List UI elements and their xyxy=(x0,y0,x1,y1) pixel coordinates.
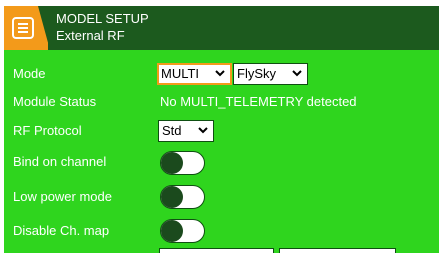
toggle-knob xyxy=(161,152,183,174)
toggle-knob xyxy=(161,186,183,208)
module-status-value: No MULTI_TELEMETRY detected xyxy=(160,94,357,109)
chevron-down-icon xyxy=(215,70,225,77)
rf-protocol-dropdown[interactable]: Std xyxy=(158,120,214,142)
bind-on-channel-toggle[interactable] xyxy=(160,151,205,175)
low-power-mode-toggle[interactable] xyxy=(160,185,205,209)
protocol-dropdown[interactable]: FlySky xyxy=(233,63,308,85)
toggle-knob xyxy=(161,220,183,242)
module-status-label: Module Status xyxy=(13,94,97,109)
bottom-button-left[interactable] xyxy=(159,248,274,253)
header-bar: MODEL SETUP External RF xyxy=(4,6,439,50)
header-tab-notch xyxy=(38,6,50,50)
rf-protocol-dropdown-value: Std xyxy=(162,123,182,138)
menu-list-icon[interactable] xyxy=(11,16,35,40)
disable-ch-map-toggle[interactable] xyxy=(160,219,205,243)
page-subtitle: External RF xyxy=(56,28,125,43)
rf-protocol-label: RF Protocol xyxy=(13,123,82,138)
low-power-mode-label: Low power mode xyxy=(13,189,112,204)
bottom-button-right[interactable] xyxy=(279,248,396,253)
chevron-down-icon xyxy=(198,127,208,134)
page-title: MODEL SETUP xyxy=(56,11,149,26)
screen: MODEL SETUP External RF Mode MULTI FlySk… xyxy=(4,6,439,253)
bind-on-channel-label: Bind on channel xyxy=(13,154,107,169)
disable-ch-map-label: Disable Ch. map xyxy=(13,223,110,238)
protocol-dropdown-value: FlySky xyxy=(237,66,276,81)
mode-dropdown-value: MULTI xyxy=(161,66,200,81)
mode-label: Mode xyxy=(13,66,46,81)
chevron-down-icon xyxy=(292,70,302,77)
mode-dropdown[interactable]: MULTI xyxy=(157,63,232,85)
